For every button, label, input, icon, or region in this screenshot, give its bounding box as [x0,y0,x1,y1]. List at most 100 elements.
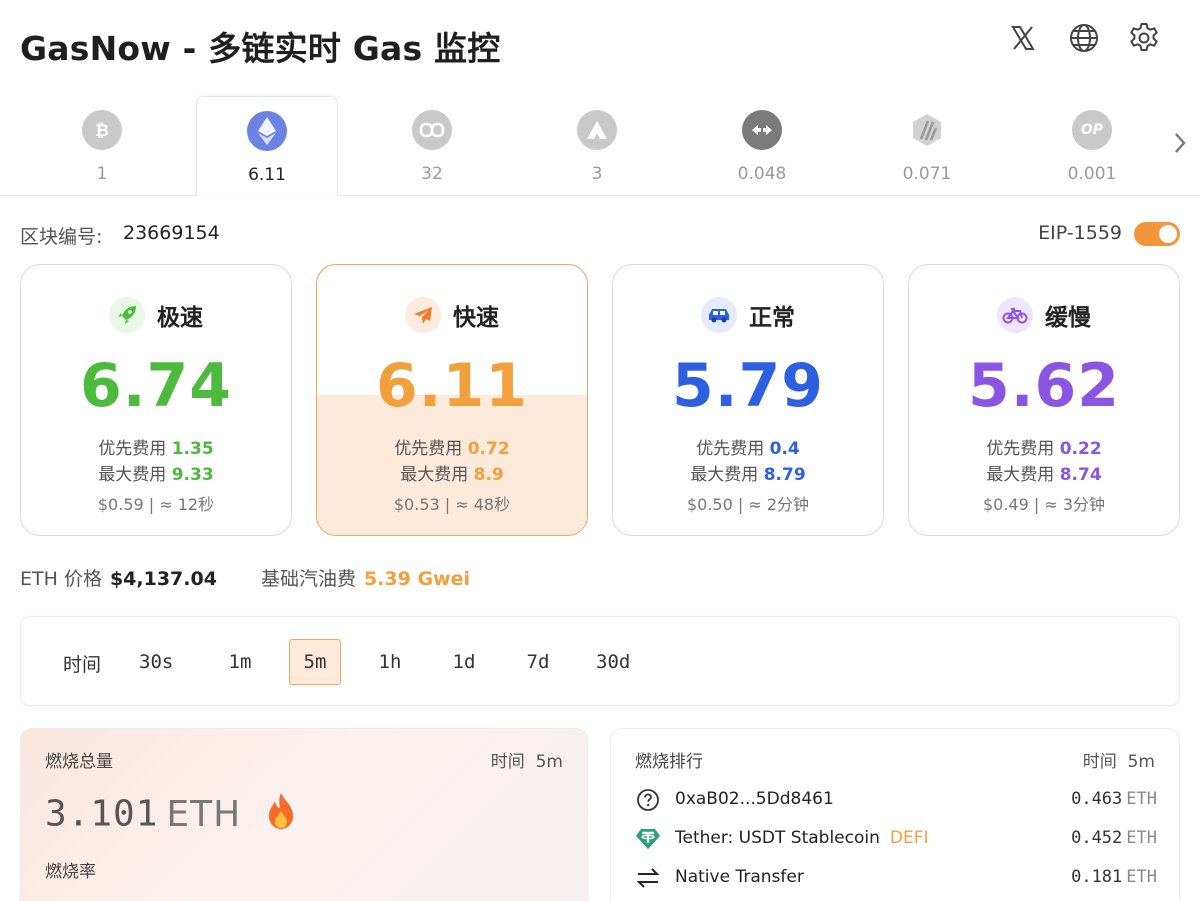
time-range-selector: 时间 30s 1m 5m 1h 1d 7d 30d [20,616,1180,706]
x-twitter-icon[interactable] [1005,20,1041,56]
gas-price-value: 6.11 [375,351,529,421]
eip-1559-toggle[interactable] [1134,222,1180,246]
globe-icon[interactable] [1066,20,1102,56]
tab-avalanche[interactable]: 3 [526,96,668,195]
bridge-icon [742,110,782,150]
svg-text:₿: ₿ [95,121,109,141]
tab-bitcoin[interactable]: ₿ 1 [31,96,173,195]
ranking-row[interactable]: Native Transfer 0.181 ETH [635,863,1157,891]
speed-card-rapid[interactable]: 极速 6.74 优先费用 1.35 最大费用 9.33 $0.59 | ≈ 12… [20,264,292,536]
tab-arbitrum[interactable]: 0.071 [856,96,998,195]
time-label: 时间 [1082,752,1117,772]
time-value: 5m [1127,752,1155,772]
priority-fee-label: 优先费用 [98,439,167,459]
ranking-name-text: 0xaB02...5Dd8461 [675,789,834,809]
ranking-unit: ETH [1126,867,1157,887]
max-fee-label: 最大费用 [986,465,1055,485]
ranking-name: 0xaB02...5Dd8461 [675,789,834,809]
ranking-row[interactable]: Tether: USDT Stablecoin DEFI 0.452 ETH [635,824,1157,852]
range-option-5m[interactable]: 5m [289,639,341,685]
range-option-1m[interactable]: 1m [214,639,266,685]
max-fee-value: 9.33 [171,465,214,485]
ranking-amount: 0.181 [1071,867,1123,887]
tab-ethereum[interactable]: 6.11 [196,96,338,197]
tab-bridge[interactable]: 0.048 [691,96,833,195]
avalanche-icon [577,110,617,150]
block-number-label: 区块编号: [20,226,103,248]
ranking-amount: 0.463 [1071,789,1123,809]
priority-fee-value: 1.35 [171,439,214,459]
max-fee-value: 8.9 [473,465,504,485]
ethereum-icon [247,111,287,151]
chevron-right-icon[interactable] [1168,126,1192,160]
speed-name: 缓慢 [1045,305,1091,331]
chain-gas-value: 0.048 [737,164,787,184]
chain-gas-value: 32 [421,164,443,184]
range-option-1h[interactable]: 1h [364,639,416,685]
optimism-badge-text: OP [1080,122,1104,138]
range-option-7d[interactable]: 7d [512,639,564,685]
rocket-icon [109,297,145,333]
priority-fee-row: 优先费用 1.35 [21,434,291,459]
burn-rate-label: 燃烧率 [45,862,96,882]
question-circle-icon [635,787,661,813]
burn-total-panel: 燃烧总量 时间 5m 3.101 ETH 燃烧率 [20,728,588,901]
max-fee-value: 8.74 [1059,465,1102,485]
category-tag: DEFI [889,828,929,848]
tab-optimism[interactable]: OP 0.001 [1021,96,1163,195]
cost-and-time: $0.50 | ≈ 2分钟 [686,495,810,514]
eip-1559-label: EIP-1559 [1038,222,1122,244]
market-info: ETH 价格 $4,137.04 基础汽油费 5.39 Gwei [20,564,470,592]
priority-fee-value: 0.4 [769,439,800,459]
block-number: 23669154 [123,222,220,244]
max-fee-label: 最大费用 [400,465,469,485]
eth-price-value: $4,137.04 [109,568,217,590]
toggle-knob [1159,225,1177,243]
ranking-time-range: 时间 5m [1083,747,1155,772]
chain-gas-value: 0.071 [902,164,952,184]
ranking-row[interactable]: 0xaB02...5Dd8461 0.463 ETH [635,785,1157,813]
range-option-30d[interactable]: 30d [586,639,640,685]
speed-name: 极速 [157,305,203,331]
max-fee-value: 8.79 [763,465,806,485]
ranking-unit: ETH [1126,789,1157,809]
burn-ranking-title: 燃烧排行 [635,752,703,772]
ranking-value: 0.452 ETH [1071,828,1157,848]
max-fee-label: 最大费用 [690,465,759,485]
burn-time-range: 时间 5m [491,747,563,772]
fire-icon [263,791,299,840]
block-info: 区块编号: 23669154 EIP-1559 [20,222,1180,248]
max-fee-row: 最大费用 8.79 [613,460,883,485]
speed-name: 快速 [453,305,499,331]
speed-card-standard[interactable]: 正常 5.79 优先费用 0.4 最大费用 8.79 $0.50 | ≈ 2分钟 [612,264,884,536]
range-option-30s[interactable]: 30s [129,639,183,685]
optimism-icon: OP [1072,110,1112,150]
max-fee-row: 最大费用 9.33 [21,460,291,485]
car-icon [701,297,737,333]
burn-total-title: 燃烧总量 [45,752,113,772]
ranking-name: Tether: USDT Stablecoin DEFI [675,828,929,848]
gear-icon[interactable] [1126,20,1162,56]
priority-fee-label: 优先费用 [986,439,1055,459]
priority-fee-row: 优先费用 0.4 [613,434,883,459]
gas-price-value: 5.62 [967,351,1121,421]
ranking-name-text: Native Transfer [675,867,804,887]
eth-price-label: ETH 价格 [20,568,102,590]
airplane-icon [405,297,441,333]
ranking-amount: 0.452 [1071,828,1123,848]
burn-amount: 3.101 [45,793,159,835]
cost-and-time: $0.53 | ≈ 48秒 [393,495,511,514]
tab-polygon[interactable]: 32 [361,96,503,195]
speed-name: 正常 [749,305,795,331]
speed-card-slow[interactable]: 缓慢 5.62 优先费用 0.22 最大费用 8.74 $0.49 | ≈ 3分… [908,264,1180,536]
base-fee-value: 5.39 Gwei [363,568,470,590]
base-fee-label: 基础汽油费 [260,568,356,590]
burn-unit: ETH [166,793,242,835]
priority-fee-row: 优先费用 0.72 [317,434,587,459]
page-title: GasNow - 多链实时 Gas 监控 [20,29,501,68]
chain-gas-value: 0.001 [1067,164,1117,184]
speed-card-fast[interactable]: 快速 6.11 优先费用 0.72 最大费用 8.9 $0.53 | ≈ 48秒 [316,264,588,536]
chain-tabs: ₿ 1 6.11 32 3 0.048 0.071 OP 0.001 [0,96,1200,197]
range-option-1d[interactable]: 1d [438,639,490,685]
gas-price-value: 6.74 [79,351,233,421]
